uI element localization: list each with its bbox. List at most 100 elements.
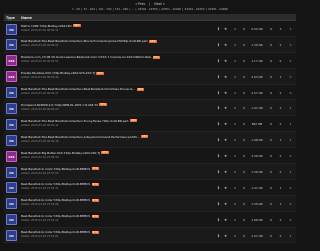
download-icon[interactable]: ⬇ xyxy=(217,170,220,174)
files-count[interactable]: 1 xyxy=(231,106,239,110)
files-count[interactable]: 1 xyxy=(231,218,239,222)
download-icon[interactable]: ⬇ xyxy=(217,186,220,190)
torrent-name-link[interactable]: Private.Paradise.XXX.720p.BluRay.x264-SY… xyxy=(21,71,211,75)
hd-movie-icon[interactable]: HD xyxy=(6,214,17,226)
page-link[interactable]: 51 - 100 xyxy=(84,7,95,11)
files-count[interactable]: 1 xyxy=(231,170,239,174)
download-icon[interactable]: ⬇ xyxy=(217,234,220,238)
size-value: 5.02 GB xyxy=(251,27,263,31)
comments-count[interactable]: 0 xyxy=(240,186,248,190)
hd-movie-icon[interactable]: HD xyxy=(6,134,17,146)
page-link[interactable]: 22351 - 22400 xyxy=(161,7,181,11)
hd-movie-icon[interactable]: HD xyxy=(6,23,17,35)
comments-count[interactable]: 0 xyxy=(240,75,248,79)
torrent-name-link[interactable]: Brazzers.com_15.08.30.Good.Lessons.Badpo… xyxy=(21,55,211,59)
comments-count[interactable]: 0 xyxy=(240,234,248,238)
xxx-icon[interactable]: XXX xyxy=(6,71,17,83)
comments-count[interactable]: 0 xyxy=(240,218,248,222)
category-label: HD xyxy=(9,234,14,239)
comments-count[interactable]: 0 xyxy=(240,27,248,31)
torrent-name-link[interactable]: Best.Barefoot.In.Color.720p.BluRay.XviD-… xyxy=(21,182,211,186)
bookmark-icon[interactable]: ★ xyxy=(224,106,227,110)
files-count[interactable]: 1 xyxy=(231,234,239,238)
comments-count[interactable]: 0 xyxy=(240,154,248,158)
bookmark-icon[interactable]: ★ xyxy=(224,43,227,47)
hd-movie-icon[interactable]: HD xyxy=(6,102,17,114)
torrent-name-link[interactable]: Best.Barefoot.In.Color.720p.BluRay.XviD-… xyxy=(21,214,211,218)
download-icon[interactable]: ⬇ xyxy=(217,75,220,79)
hd-movie-icon[interactable]: HD xyxy=(6,230,17,242)
xxx-icon[interactable]: XXX xyxy=(6,150,17,162)
bookmark-icon[interactable]: ★ xyxy=(224,234,227,238)
hd-movie-icon[interactable]: HD xyxy=(6,166,17,178)
bookmark-icon[interactable]: ★ xyxy=(224,202,227,206)
hd-movie-icon[interactable]: HD xyxy=(6,198,17,210)
seeders-count: 2 xyxy=(279,233,282,238)
download-icon[interactable]: ⬇ xyxy=(217,43,220,47)
download-icon[interactable]: ⬇ xyxy=(217,138,220,142)
prev-page-link[interactable]: « Prev xyxy=(135,2,145,6)
files-count[interactable]: 1 xyxy=(231,138,239,142)
page-link[interactable]: 22401 - 22450 xyxy=(185,7,205,11)
download-icon[interactable]: ⬇ xyxy=(217,27,220,31)
torrent-name-link[interactable]: Best.Barefoot.The.Best.Barefoot.Collecti… xyxy=(21,135,211,139)
download-icon[interactable]: ⬇ xyxy=(217,122,220,126)
hd-movie-icon[interactable]: HD xyxy=(6,87,17,99)
files-count[interactable]: 1 xyxy=(231,186,239,190)
bookmark-icon[interactable]: ★ xyxy=(224,59,227,63)
comments-count[interactable]: 0 xyxy=(240,106,248,110)
comments-count[interactable]: 0 xyxy=(240,59,248,63)
bookmark-icon[interactable]: ★ xyxy=(224,186,227,190)
bookmark-icon[interactable]: ★ xyxy=(224,27,227,31)
files-count[interactable]: 1 xyxy=(231,27,239,31)
files-count[interactable]: 1 xyxy=(231,59,239,63)
torrent-name-link[interactable]: Best.Barefoot.Big.Butter.XXX.720p.BluRay… xyxy=(21,151,211,155)
torrent-name-link[interactable]: Best.Barefoot.In.Color.720p.BluRay.XviD-… xyxy=(21,198,211,202)
page-link[interactable]: 22301 - 22350 xyxy=(138,7,158,11)
comments-count[interactable]: 0 xyxy=(240,138,248,142)
page-link[interactable]: 151 - 200 xyxy=(115,7,128,11)
torrent-name-link[interactable]: Best.Barefoot.The.Best.Barefoot.Collecti… xyxy=(21,87,211,91)
hd-movie-icon[interactable]: HD xyxy=(6,39,17,51)
files-count[interactable]: 1 xyxy=(231,43,239,47)
torrent-name-link[interactable]: Best.Barefoot.The.Best.Barefoot.Collecti… xyxy=(21,39,211,43)
torrent-name-link[interactable]: Homeland.S04E08.2.0.720p.WEB-DL.DD5.1.H.… xyxy=(21,103,211,107)
download-icon[interactable]: ⬇ xyxy=(217,59,220,63)
xxx-icon[interactable]: XXX xyxy=(6,55,17,67)
comments-count[interactable]: 0 xyxy=(240,170,248,174)
hd-movie-icon[interactable]: HD xyxy=(6,118,17,130)
files-count[interactable]: 1 xyxy=(231,154,239,158)
files-count[interactable]: 1 xyxy=(231,122,239,126)
files-count[interactable]: 1 xyxy=(231,75,239,79)
bookmark-icon[interactable]: ★ xyxy=(224,154,227,158)
download-icon[interactable]: ⬇ xyxy=(217,91,220,95)
page-ellipsis: ... xyxy=(131,7,135,11)
torrent-name-link[interactable]: Best.Barefoot.In.Color.720p.BluRay.XviD-… xyxy=(21,230,211,234)
hd-movie-icon[interactable]: HD xyxy=(6,182,17,194)
files-count[interactable]: 1 xyxy=(231,202,239,206)
bookmark-icon[interactable]: ★ xyxy=(224,170,227,174)
bookmark-icon[interactable]: ★ xyxy=(224,138,227,142)
next-page-link[interactable]: Next » xyxy=(154,2,164,6)
comments-count[interactable]: 0 xyxy=(240,91,248,95)
bookmark-icon[interactable]: ★ xyxy=(224,122,227,126)
column-header-type[interactable]: Type xyxy=(6,16,15,20)
download-icon[interactable]: ⬇ xyxy=(217,202,220,206)
download-icon[interactable]: ⬇ xyxy=(217,218,220,222)
comments-count[interactable]: 0 xyxy=(240,122,248,126)
bookmark-icon[interactable]: ★ xyxy=(224,218,227,222)
torrent-name-link[interactable]: Best.Barefoot.The.Best.Barefoot.Collecti… xyxy=(21,119,211,123)
torrent-name-link[interactable]: Matrix.1999.720p.BluRay.x264-HiD NEW xyxy=(21,24,211,28)
download-icon[interactable]: ⬇ xyxy=(217,154,220,158)
download-icon[interactable]: ⬇ xyxy=(217,106,220,110)
bookmark-icon[interactable]: ★ xyxy=(224,75,227,79)
column-header-name[interactable]: Name xyxy=(21,16,32,20)
comments-count[interactable]: 0 xyxy=(240,43,248,47)
page-link[interactable]: 22451 - 22486 xyxy=(208,7,228,11)
torrent-name-link[interactable]: Best.Barefoot.In.Color.720p.BluRay.XviD-… xyxy=(21,167,211,171)
page-link[interactable]: 101 - 150 xyxy=(98,7,111,11)
bookmark-icon[interactable]: ★ xyxy=(224,91,227,95)
page-link[interactable]: 1 - 50 xyxy=(72,7,80,11)
files-count[interactable]: 1 xyxy=(231,91,239,95)
comments-count[interactable]: 0 xyxy=(240,202,248,206)
